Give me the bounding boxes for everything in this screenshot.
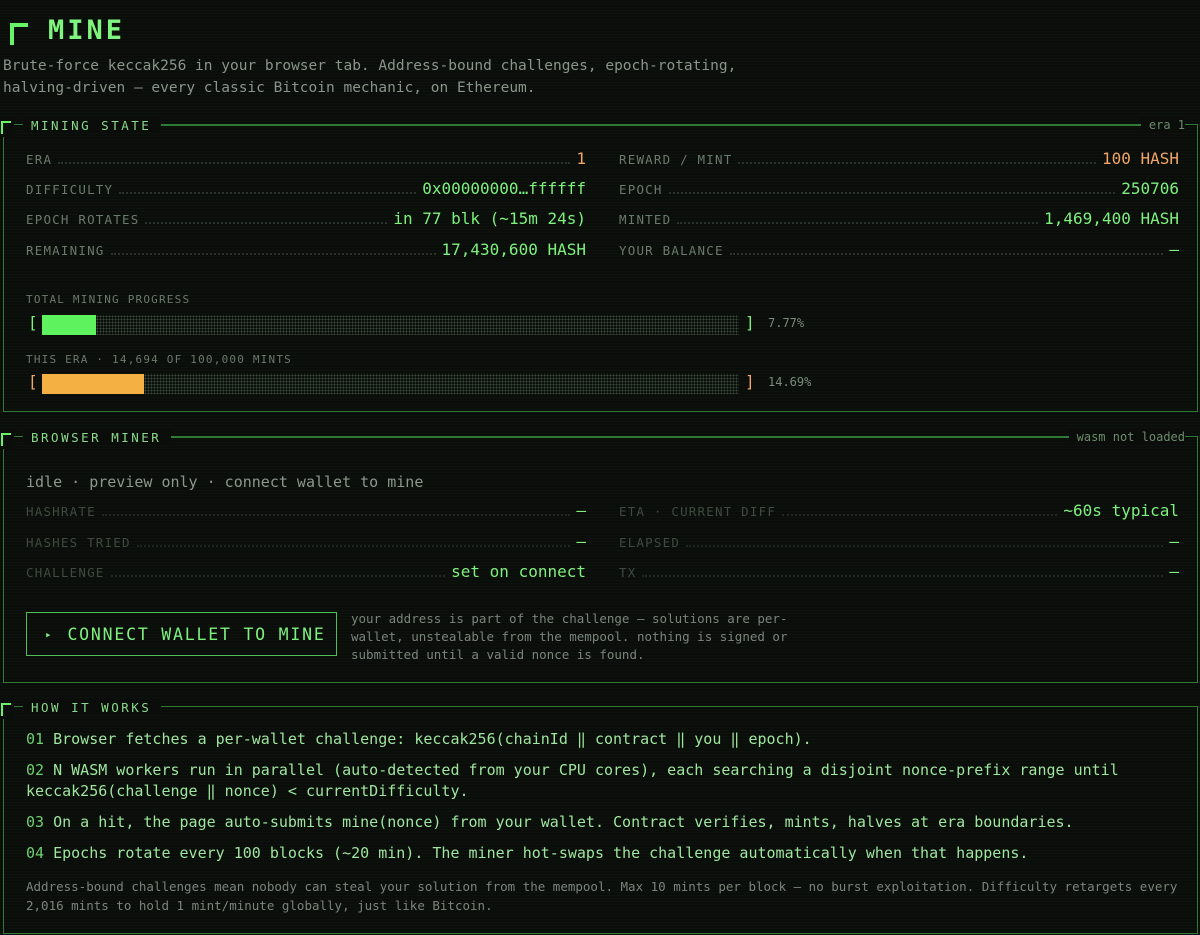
stat-row-tx: TX — bbox=[619, 562, 1179, 584]
stat-value: 1,469,400 HASH bbox=[1044, 209, 1179, 228]
miner-status: idle · preview only · connect wallet to … bbox=[26, 473, 424, 491]
stat-label: HASHES TRIED bbox=[26, 535, 131, 550]
step-item: 03 On a hit, the page auto-submits mine(… bbox=[26, 813, 1074, 831]
corner-bracket-icon bbox=[10, 23, 28, 45]
stat-label: YOUR BALANCE bbox=[619, 243, 724, 258]
stat-row-epoch-rotates: EPOCH ROTATES in 77 blk (~15m 24s) bbox=[26, 209, 586, 231]
stat-row-difficulty: DIFFICULTY 0x00000000…ffffff bbox=[26, 179, 586, 201]
stat-value: 0x00000000…ffffff bbox=[422, 179, 586, 198]
corner-bracket-icon bbox=[1, 121, 11, 134]
stat-label: MINTED bbox=[619, 212, 672, 227]
divider bbox=[161, 124, 1141, 126]
stat-row-elapsed: ELAPSED — bbox=[619, 532, 1179, 554]
wasm-status-tag: wasm not loaded bbox=[1068, 430, 1185, 444]
bracket-close: ] bbox=[745, 372, 755, 391]
connect-wallet-label: CONNECT WALLET TO MINE bbox=[67, 624, 326, 644]
stat-row-remaining: REMAINING 17,430,600 HASH bbox=[26, 240, 586, 262]
stat-value: 17,430,600 HASH bbox=[441, 240, 587, 259]
divider bbox=[171, 436, 1069, 438]
bracket-close: ] bbox=[745, 313, 755, 332]
stat-value: — bbox=[1169, 562, 1179, 581]
how-it-works-footnote: Address-bound challenges mean nobody can… bbox=[26, 879, 1178, 913]
stat-label: ELAPSED bbox=[619, 535, 681, 550]
stat-value: ~60s typical bbox=[1063, 501, 1179, 520]
progress-track bbox=[42, 315, 739, 335]
corner-bracket-icon bbox=[1, 433, 11, 446]
panel-header: HOW IT WORKS bbox=[1, 695, 162, 719]
era-progress-bar: [ ] 14.69% bbox=[26, 372, 826, 394]
stat-label: HASHRATE bbox=[26, 504, 96, 519]
stat-label: ERA bbox=[26, 152, 53, 167]
stat-value: 100 HASH bbox=[1101, 149, 1179, 168]
mining-state-panel: MINING STATE era 1 ERA 1 DIFFICULTY 0x00… bbox=[1, 117, 1198, 412]
page-title: MINE bbox=[48, 14, 126, 46]
progress-fill bbox=[42, 374, 145, 394]
stat-row-era: ERA 1 bbox=[26, 149, 586, 171]
page-header: MINE bbox=[10, 10, 125, 50]
stat-label: DIFFICULTY bbox=[26, 182, 114, 197]
bracket-open: [ bbox=[28, 313, 38, 332]
stat-label: CHALLENGE bbox=[26, 565, 105, 580]
corner-bracket-icon bbox=[1, 703, 11, 716]
panel-header: BROWSER MINER wasm not loaded bbox=[1, 425, 1185, 449]
connect-wallet-button[interactable]: ▸ CONNECT WALLET TO MINE bbox=[26, 612, 337, 656]
stat-label: ETA · CURRENT DIFF bbox=[619, 504, 777, 519]
stat-row-minted: MINTED 1,469,400 HASH bbox=[619, 209, 1179, 231]
stat-label: REWARD / MINT bbox=[619, 152, 733, 167]
stat-row-hashes-tried: HASHES TRIED — bbox=[26, 532, 586, 554]
progress-fill bbox=[42, 315, 97, 335]
step-item: 02 N WASM workers run in parallel (auto-… bbox=[26, 761, 1119, 800]
how-it-works-panel: HOW IT WORKS 01 Browser fetches a per-wa… bbox=[1, 699, 1198, 934]
play-triangle-icon: ▸ bbox=[45, 627, 54, 641]
stat-value: — bbox=[1169, 532, 1179, 551]
total-progress-label: TOTAL MINING PROGRESS bbox=[26, 293, 191, 306]
total-progress-bar: [ ] 7.77% bbox=[26, 313, 826, 335]
stat-value: in 77 blk (~15m 24s) bbox=[393, 209, 586, 228]
era-tag: era 1 bbox=[1140, 118, 1185, 132]
panel-title: HOW IT WORKS bbox=[23, 699, 162, 715]
miner-note: your address is part of the challenge — … bbox=[351, 611, 788, 662]
step-item: 04 Epochs rotate every 100 blocks (~20 m… bbox=[26, 844, 1029, 862]
stat-label: TX bbox=[619, 565, 637, 580]
stat-value: — bbox=[1169, 240, 1179, 259]
stat-row-hashrate: HASHRATE — bbox=[26, 501, 586, 523]
era-progress-label: THIS ERA · 14,694 OF 100,000 MINTS bbox=[26, 353, 292, 366]
stat-row-reward: REWARD / MINT 100 HASH bbox=[619, 149, 1179, 171]
stat-value: set on connect bbox=[451, 562, 586, 581]
stat-value: — bbox=[576, 501, 586, 520]
bracket-open: [ bbox=[28, 372, 38, 391]
panel-header: MINING STATE era 1 bbox=[1, 113, 1185, 137]
progress-percent: 14.69% bbox=[768, 375, 812, 389]
browser-miner-panel: BROWSER MINER wasm not loaded idle · pre… bbox=[1, 429, 1198, 683]
step-item: 01 Browser fetches a per-wallet challeng… bbox=[26, 730, 812, 748]
stat-row-balance: YOUR BALANCE — bbox=[619, 240, 1179, 262]
stat-value: 250706 bbox=[1121, 179, 1179, 198]
stat-label: EPOCH ROTATES bbox=[26, 212, 140, 227]
stat-row-epoch: EPOCH 250706 bbox=[619, 179, 1179, 201]
progress-percent: 7.77% bbox=[768, 316, 805, 330]
panel-title: BROWSER MINER bbox=[23, 429, 172, 445]
progress-track bbox=[42, 374, 739, 394]
stat-row-eta: ETA · CURRENT DIFF ~60s typical bbox=[619, 501, 1179, 523]
stat-label: REMAINING bbox=[26, 243, 105, 258]
stat-value: 1 bbox=[576, 149, 586, 168]
page-subtitle: Brute-force keccak256 in your browser ta… bbox=[3, 58, 737, 96]
stat-label: EPOCH bbox=[619, 182, 663, 197]
panel-title: MINING STATE bbox=[23, 117, 162, 133]
stat-row-challenge: CHALLENGE set on connect bbox=[26, 562, 586, 584]
stat-value: — bbox=[576, 532, 586, 551]
